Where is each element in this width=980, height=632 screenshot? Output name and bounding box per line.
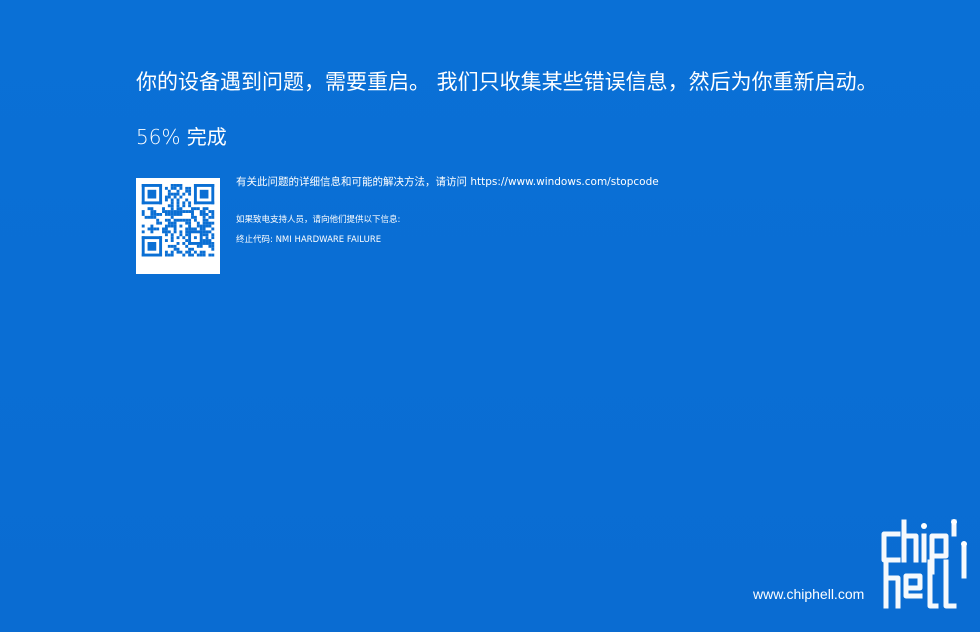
progress-text: 56% 完成 (136, 125, 227, 149)
qr-code-icon (136, 178, 220, 274)
support-contact-line: 如果致电支持人员，请向他们提供以下信息: (236, 215, 401, 225)
stopcode-info-line: 有关此问题的详细信息和可能的解决方法，请访问 https://www.windo… (236, 176, 659, 188)
chiphell-logo-icon (880, 516, 972, 616)
stop-code-line: 终止代码: NMI HARDWARE FAILURE (236, 235, 382, 245)
error-headline: 你的设备遇到问题，需要重启。 我们只收集某些错误信息，然后为你重新启动。 (136, 70, 878, 94)
watermark-site: www.chiphell.com (753, 586, 865, 602)
bsod-screen: 你的设备遇到问题，需要重启。 我们只收集某些错误信息，然后为你重新启动。 56%… (0, 0, 980, 632)
